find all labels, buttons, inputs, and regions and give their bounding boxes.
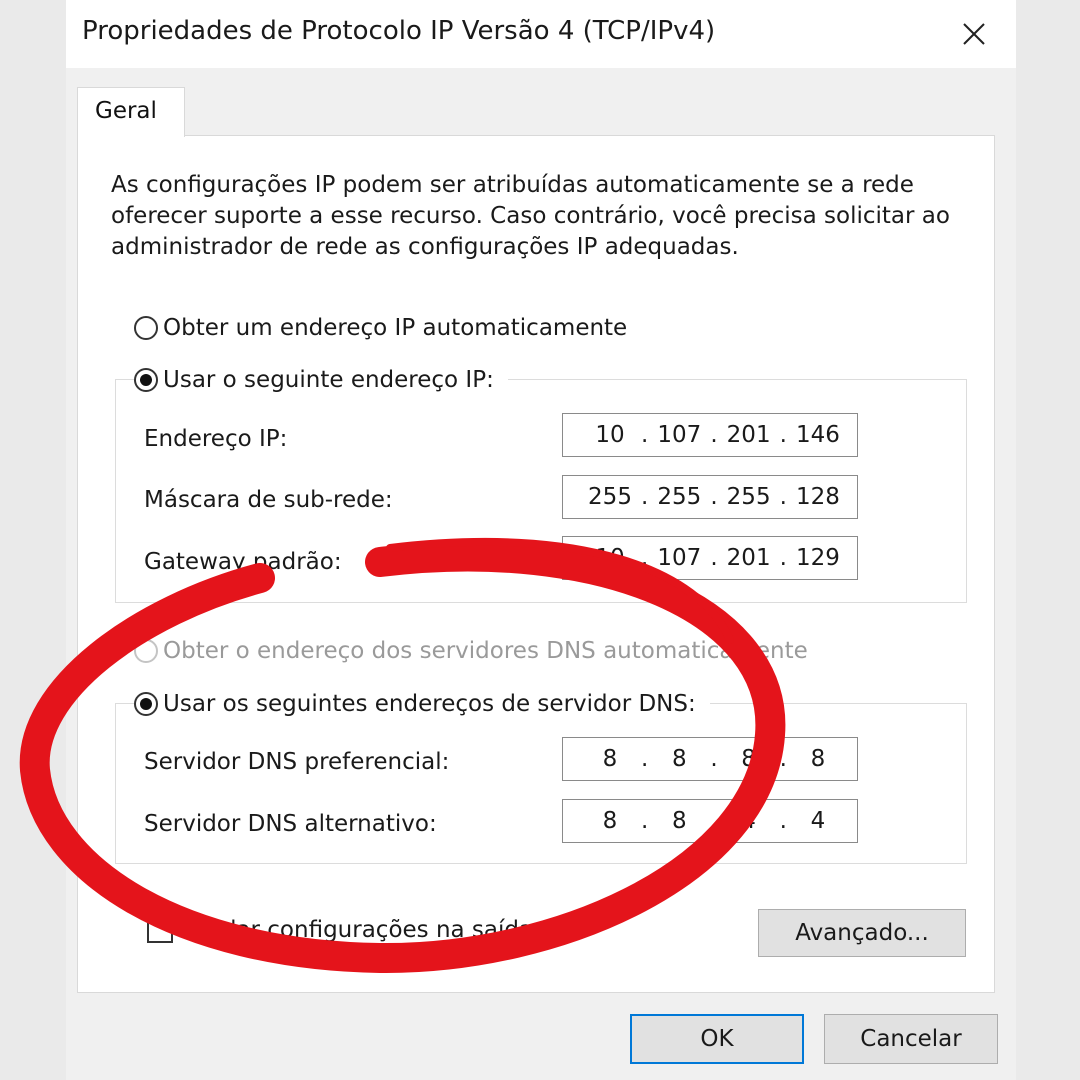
octet: 128 <box>795 484 840 510</box>
dns-manual-option[interactable]: Usar os seguintes endereços de servidor … <box>134 691 710 717</box>
validate-on-exit-option[interactable]: Validar configurações na saída <box>147 917 533 943</box>
title-bar: Propriedades de Protocolo IP Versão 4 (T… <box>66 0 1016 68</box>
octet: 107 <box>657 422 702 448</box>
ip-address-label: Endereço IP: <box>144 426 288 452</box>
gateway-label: Gateway padrão: <box>144 549 342 575</box>
octet: 201 <box>726 422 771 448</box>
dns-manual-label: Usar os seguintes endereços de servidor … <box>163 691 696 717</box>
octet: 146 <box>795 422 840 448</box>
octet: 8 <box>602 746 618 772</box>
description-text: As configurações IP podem ser atribuídas… <box>111 172 950 260</box>
advanced-button[interactable]: Avançado... <box>758 909 966 957</box>
tab-geral[interactable]: Geral <box>77 87 185 137</box>
cancel-button[interactable]: Cancelar <box>824 1014 998 1064</box>
octet: 8 <box>671 808 687 834</box>
subnet-mask-input[interactable]: 255. 255. 255. 128 <box>562 475 858 519</box>
dns-auto-label: Obter o endereço dos servidores DNS auto… <box>163 638 808 664</box>
close-button[interactable] <box>954 14 994 54</box>
gateway-input[interactable]: 10. 107. 201. 129 <box>562 536 858 580</box>
validate-on-exit-checkbox[interactable] <box>147 917 173 943</box>
octet: 255 <box>657 484 702 510</box>
ok-button[interactable]: OK <box>630 1014 804 1064</box>
dialog-window: Propriedades de Protocolo IP Versão 4 (T… <box>66 0 1016 1080</box>
dns-auto-option[interactable]: Obter o endereço dos servidores DNS auto… <box>134 638 822 664</box>
octet: 10 <box>595 422 625 448</box>
octet: 8 <box>671 746 687 772</box>
octet: 201 <box>726 545 771 571</box>
ip-manual-radio[interactable] <box>134 368 158 392</box>
ip-manual-option[interactable]: Usar o seguinte endereço IP: <box>134 367 508 393</box>
octet: 10 <box>595 545 625 571</box>
preferred-dns-label: Servidor DNS preferencial: <box>144 749 450 775</box>
ip-manual-label: Usar o seguinte endereço IP: <box>163 367 494 393</box>
tab-label: Geral <box>95 98 157 124</box>
preferred-dns-input[interactable]: 8. 8. 8. 8 <box>562 737 858 781</box>
octet: 107 <box>657 545 702 571</box>
ip-auto-radio[interactable] <box>134 316 158 340</box>
ip-auto-option[interactable]: Obter um endereço IP automaticamente <box>134 315 642 341</box>
alternate-dns-label: Servidor DNS alternativo: <box>144 811 437 837</box>
validate-on-exit-label: Validar configurações na saída <box>181 917 534 943</box>
dns-auto-radio[interactable] <box>134 639 158 663</box>
tab-panel-geral: As configurações IP podem ser atribuídas… <box>77 135 995 993</box>
dns-manual-radio[interactable] <box>134 692 158 716</box>
subnet-mask-label: Máscara de sub-rede: <box>144 487 393 513</box>
octet: 4 <box>810 808 826 834</box>
octet: 8 <box>810 746 826 772</box>
octet: 8 <box>741 746 756 772</box>
octet: 129 <box>795 545 840 571</box>
ip-address-input[interactable]: 10. 107. 201. 146 <box>562 413 858 457</box>
ip-auto-label: Obter um endereço IP automaticamente <box>163 315 628 341</box>
window-title: Propriedades de Protocolo IP Versão 4 (T… <box>82 16 716 46</box>
close-icon <box>963 23 985 45</box>
octet: 255 <box>588 484 632 510</box>
octet: 4 <box>741 808 756 834</box>
alternate-dns-input[interactable]: 8. 8. 4. 4 <box>562 799 858 843</box>
octet: 255 <box>726 484 771 510</box>
octet: 8 <box>602 808 618 834</box>
